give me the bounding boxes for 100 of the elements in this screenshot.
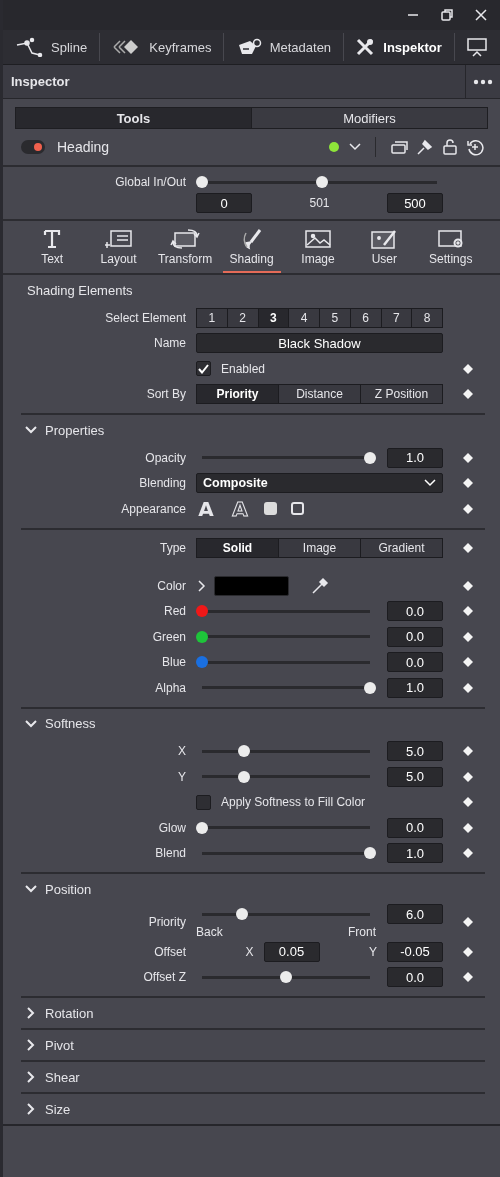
- outline-square-icon[interactable]: [291, 502, 304, 516]
- stacked-windows-icon[interactable]: [390, 139, 408, 155]
- value-field[interactable]: 0.0: [387, 967, 443, 988]
- keyframe-diamond-icon[interactable]: [463, 657, 473, 668]
- checkbox[interactable]: [196, 794, 211, 810]
- more-icon[interactable]: [473, 78, 493, 85]
- slider-thumb[interactable]: [315, 176, 328, 188]
- section-header[interactable]: Properties: [21, 415, 485, 445]
- segment-option[interactable]: Image: [278, 539, 360, 558]
- out-field[interactable]: 500: [387, 193, 443, 213]
- section-header[interactable]: Rotation: [21, 998, 485, 1028]
- keyframe-diamond-icon[interactable]: [463, 972, 473, 983]
- segment-option[interactable]: Distance: [278, 385, 360, 404]
- keyframe-diamond-icon[interactable]: [463, 606, 473, 617]
- slider-thumb[interactable]: [238, 770, 250, 783]
- blending-dropdown[interactable]: Composite: [196, 473, 443, 494]
- reset-icon[interactable]: [466, 138, 484, 156]
- value-field[interactable]: 0.05: [263, 941, 320, 962]
- segment-option[interactable]: 3: [257, 308, 289, 327]
- toolbar-tab[interactable]: Inspektor: [343, 34, 454, 60]
- segment-option[interactable]: Priority: [197, 385, 278, 404]
- toggle-switch[interactable]: [21, 140, 45, 154]
- category-tab[interactable]: Text: [23, 225, 82, 273]
- category-tab[interactable]: Settings: [421, 225, 480, 273]
- section-header[interactable]: Size: [21, 1094, 485, 1124]
- category-tab[interactable]: Shading: [222, 225, 281, 273]
- segment-option[interactable]: 2: [226, 308, 258, 327]
- value-field[interactable]: 0.0: [387, 652, 443, 673]
- keyframe-diamond-icon[interactable]: [463, 631, 473, 642]
- segment-option[interactable]: Gradient: [360, 539, 442, 558]
- keyframe-diamond-icon[interactable]: [463, 363, 473, 374]
- toolbar-tab[interactable]: Keyframes: [99, 34, 224, 60]
- value-field[interactable]: 0.0: [387, 601, 443, 622]
- value-field[interactable]: 0.0: [387, 626, 443, 647]
- category-tab[interactable]: Transform: [155, 225, 215, 273]
- keyframe-diamond-icon[interactable]: [463, 389, 473, 400]
- slider-thumb[interactable]: [280, 971, 292, 984]
- keyframe-diamond-icon[interactable]: [463, 848, 473, 859]
- monitor-icon[interactable]: [466, 37, 488, 57]
- keyframe-diamond-icon[interactable]: [463, 503, 473, 514]
- keyframe-diamond-icon[interactable]: [463, 746, 473, 757]
- segment-option[interactable]: Z Position: [360, 385, 442, 404]
- filled-square-icon[interactable]: [264, 502, 277, 516]
- segment-option[interactable]: 1: [197, 308, 227, 327]
- close-icon[interactable]: [474, 8, 488, 22]
- value-field[interactable]: 1.0: [387, 677, 443, 698]
- toolbar-tab[interactable]: Metadaten: [223, 34, 344, 60]
- mode-tab[interactable]: Modifiers: [251, 108, 487, 128]
- color-swatch[interactable]: [214, 575, 289, 596]
- slider-thumb[interactable]: [238, 745, 250, 758]
- slider-thumb[interactable]: [364, 847, 376, 860]
- chevron-down-icon[interactable]: [349, 143, 361, 151]
- category-tab[interactable]: Layout: [89, 225, 148, 273]
- slider-thumb[interactable]: [236, 908, 249, 920]
- segment-option[interactable]: 5: [319, 308, 350, 327]
- category-tab[interactable]: User: [355, 225, 414, 273]
- value-field[interactable]: 0.0: [387, 817, 443, 838]
- checkbox[interactable]: [196, 361, 211, 377]
- segment-option[interactable]: 7: [380, 308, 412, 327]
- slider-thumb[interactable]: [364, 451, 376, 464]
- slider-thumb[interactable]: [196, 176, 208, 188]
- keyframe-diamond-icon[interactable]: [463, 916, 473, 927]
- section-header[interactable]: Softness: [21, 708, 485, 739]
- section-header[interactable]: Shear: [21, 1062, 485, 1092]
- value-field[interactable]: 6.0: [387, 904, 443, 924]
- value-field[interactable]: 5.0: [387, 741, 443, 762]
- value-field[interactable]: 5.0: [387, 766, 443, 787]
- slider-thumb[interactable]: [196, 605, 208, 618]
- lock-icon[interactable]: [442, 138, 458, 156]
- keyframe-diamond-icon[interactable]: [463, 682, 473, 693]
- segment-option[interactable]: Solid: [197, 539, 278, 558]
- value-field[interactable]: 1.0: [387, 843, 443, 864]
- name-field[interactable]: Black Shadow: [196, 333, 443, 354]
- segment-option[interactable]: 8: [411, 308, 442, 327]
- appearance-option[interactable]: A: [230, 498, 250, 519]
- appearance-option[interactable]: A: [196, 498, 216, 519]
- restore-icon[interactable]: [440, 8, 454, 22]
- keyframe-diamond-icon[interactable]: [463, 797, 473, 808]
- value-field[interactable]: -0.05: [387, 941, 443, 962]
- keyframe-diamond-icon[interactable]: [463, 771, 473, 782]
- keyframe-diamond-icon[interactable]: [463, 543, 473, 554]
- status-dot[interactable]: [329, 142, 339, 152]
- section-header[interactable]: Position: [21, 874, 485, 904]
- segment-option[interactable]: 6: [349, 308, 381, 327]
- value-field[interactable]: 1.0: [387, 447, 443, 468]
- keyframe-diamond-icon[interactable]: [463, 580, 473, 591]
- toolbar-tab[interactable]: Spline: [3, 34, 100, 60]
- keyframe-diamond-icon[interactable]: [463, 452, 473, 463]
- in-field[interactable]: 0: [196, 193, 252, 213]
- chevron-right-icon[interactable]: [196, 579, 206, 592]
- mode-tab[interactable]: Tools: [16, 108, 251, 128]
- keyframe-diamond-icon[interactable]: [463, 822, 473, 833]
- slider-thumb[interactable]: [196, 656, 208, 669]
- section-header[interactable]: Pivot: [21, 1030, 485, 1060]
- slider-thumb[interactable]: [196, 821, 208, 834]
- slider-thumb[interactable]: [196, 630, 208, 643]
- segment-option[interactable]: 4: [288, 308, 319, 327]
- slider-thumb[interactable]: [364, 681, 376, 694]
- keyframe-diamond-icon[interactable]: [463, 946, 473, 957]
- category-tab[interactable]: Image: [289, 225, 347, 273]
